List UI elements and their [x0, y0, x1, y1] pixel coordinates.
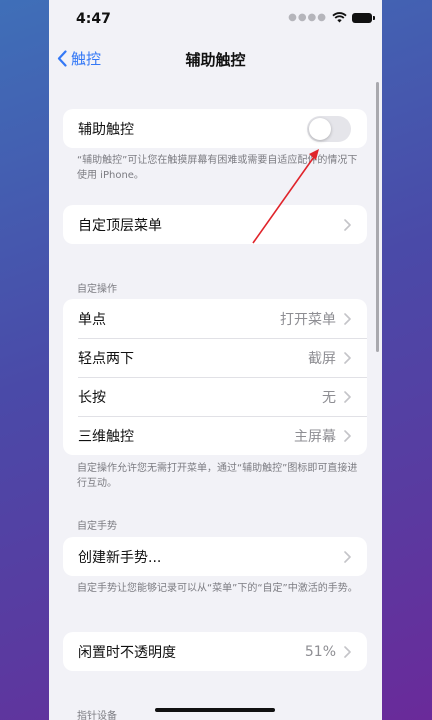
chevron-right-icon [344, 218, 351, 231]
action-label: 轻点两下 [78, 350, 134, 367]
custom-actions-header: 自定操作 [77, 284, 117, 295]
signal-dots-icon: ●●●● [288, 12, 327, 23]
assistive-touch-footer: “辅助触控”可让您在触摸屏幕有困难或需要自适应配件的情况下使用 iPhone。 [77, 155, 358, 181]
chevron-right-icon [344, 429, 351, 442]
home-indicator[interactable] [155, 708, 275, 712]
idle-opacity-value: 51% [304, 643, 336, 660]
action-double-tap-row[interactable]: 轻点两下 截屏 [63, 338, 367, 377]
action-value: 打开菜单 [280, 311, 336, 328]
assistive-touch-toggle[interactable] [307, 115, 351, 142]
create-gesture-row[interactable]: 创建新手势... [63, 537, 367, 576]
assistive-touch-group: 辅助触控 [63, 109, 367, 148]
action-label: 长按 [78, 389, 106, 406]
phone-screen: 4:47 ●●●● 触控 辅助触控 辅助触控 “辅助触控”可让您在触摸屏幕有困难… [49, 0, 382, 720]
idle-opacity-label: 闲置时不透明度 [78, 644, 176, 661]
assistive-touch-row: 辅助触控 [63, 109, 367, 148]
customize-top-menu-label: 自定顶层菜单 [78, 217, 162, 234]
battery-icon [352, 12, 375, 23]
toggle-knob [309, 117, 331, 140]
status-time: 4:47 [76, 11, 111, 27]
custom-actions-group: 单点 打开菜单 轻点两下 截屏 长按 无 三维触控 主屏幕 [63, 299, 367, 455]
customize-top-menu-row[interactable]: 自定顶层菜单 [63, 205, 367, 244]
action-value: 无 [322, 389, 336, 406]
action-value: 主屏幕 [294, 428, 336, 445]
chevron-right-icon [344, 550, 351, 563]
action-value: 截屏 [308, 350, 336, 367]
custom-actions-footer: 自定操作允许您无需打开菜单，通过“辅助触控”图标即可直接进行互动。 [77, 463, 358, 489]
status-bar: 4:47 ●●●● [49, 0, 382, 40]
chevron-right-icon [344, 312, 351, 325]
navigation-bar: 触控 辅助触控 [49, 40, 382, 80]
chevron-right-icon [344, 351, 351, 364]
wifi-icon [332, 12, 347, 23]
custom-gestures-footer: 自定手势让您能够记录可以从“菜单”下的“自定”中激活的手势。 [77, 583, 358, 594]
top-menu-group: 自定顶层菜单 [63, 205, 367, 244]
scroll-indicator[interactable] [376, 82, 379, 352]
idle-opacity-row[interactable]: 闲置时不透明度 51% [63, 632, 367, 671]
create-gesture-label: 创建新手势... [78, 549, 162, 566]
action-label: 三维触控 [78, 428, 134, 445]
pointer-devices-header: 指针设备 [77, 711, 117, 720]
custom-gestures-header: 自定手势 [77, 521, 117, 532]
custom-gestures-group: 创建新手势... [63, 537, 367, 576]
action-label: 单点 [78, 311, 106, 328]
action-single-tap-row[interactable]: 单点 打开菜单 [63, 299, 367, 338]
chevron-right-icon [344, 390, 351, 403]
chevron-right-icon [344, 645, 351, 658]
page-title: 辅助触控 [185, 51, 246, 69]
idle-opacity-group: 闲置时不透明度 51% [63, 632, 367, 671]
action-3d-touch-row[interactable]: 三维触控 主屏幕 [63, 416, 367, 455]
action-long-press-row[interactable]: 长按 无 [63, 377, 367, 416]
assistive-touch-label: 辅助触控 [78, 121, 134, 138]
